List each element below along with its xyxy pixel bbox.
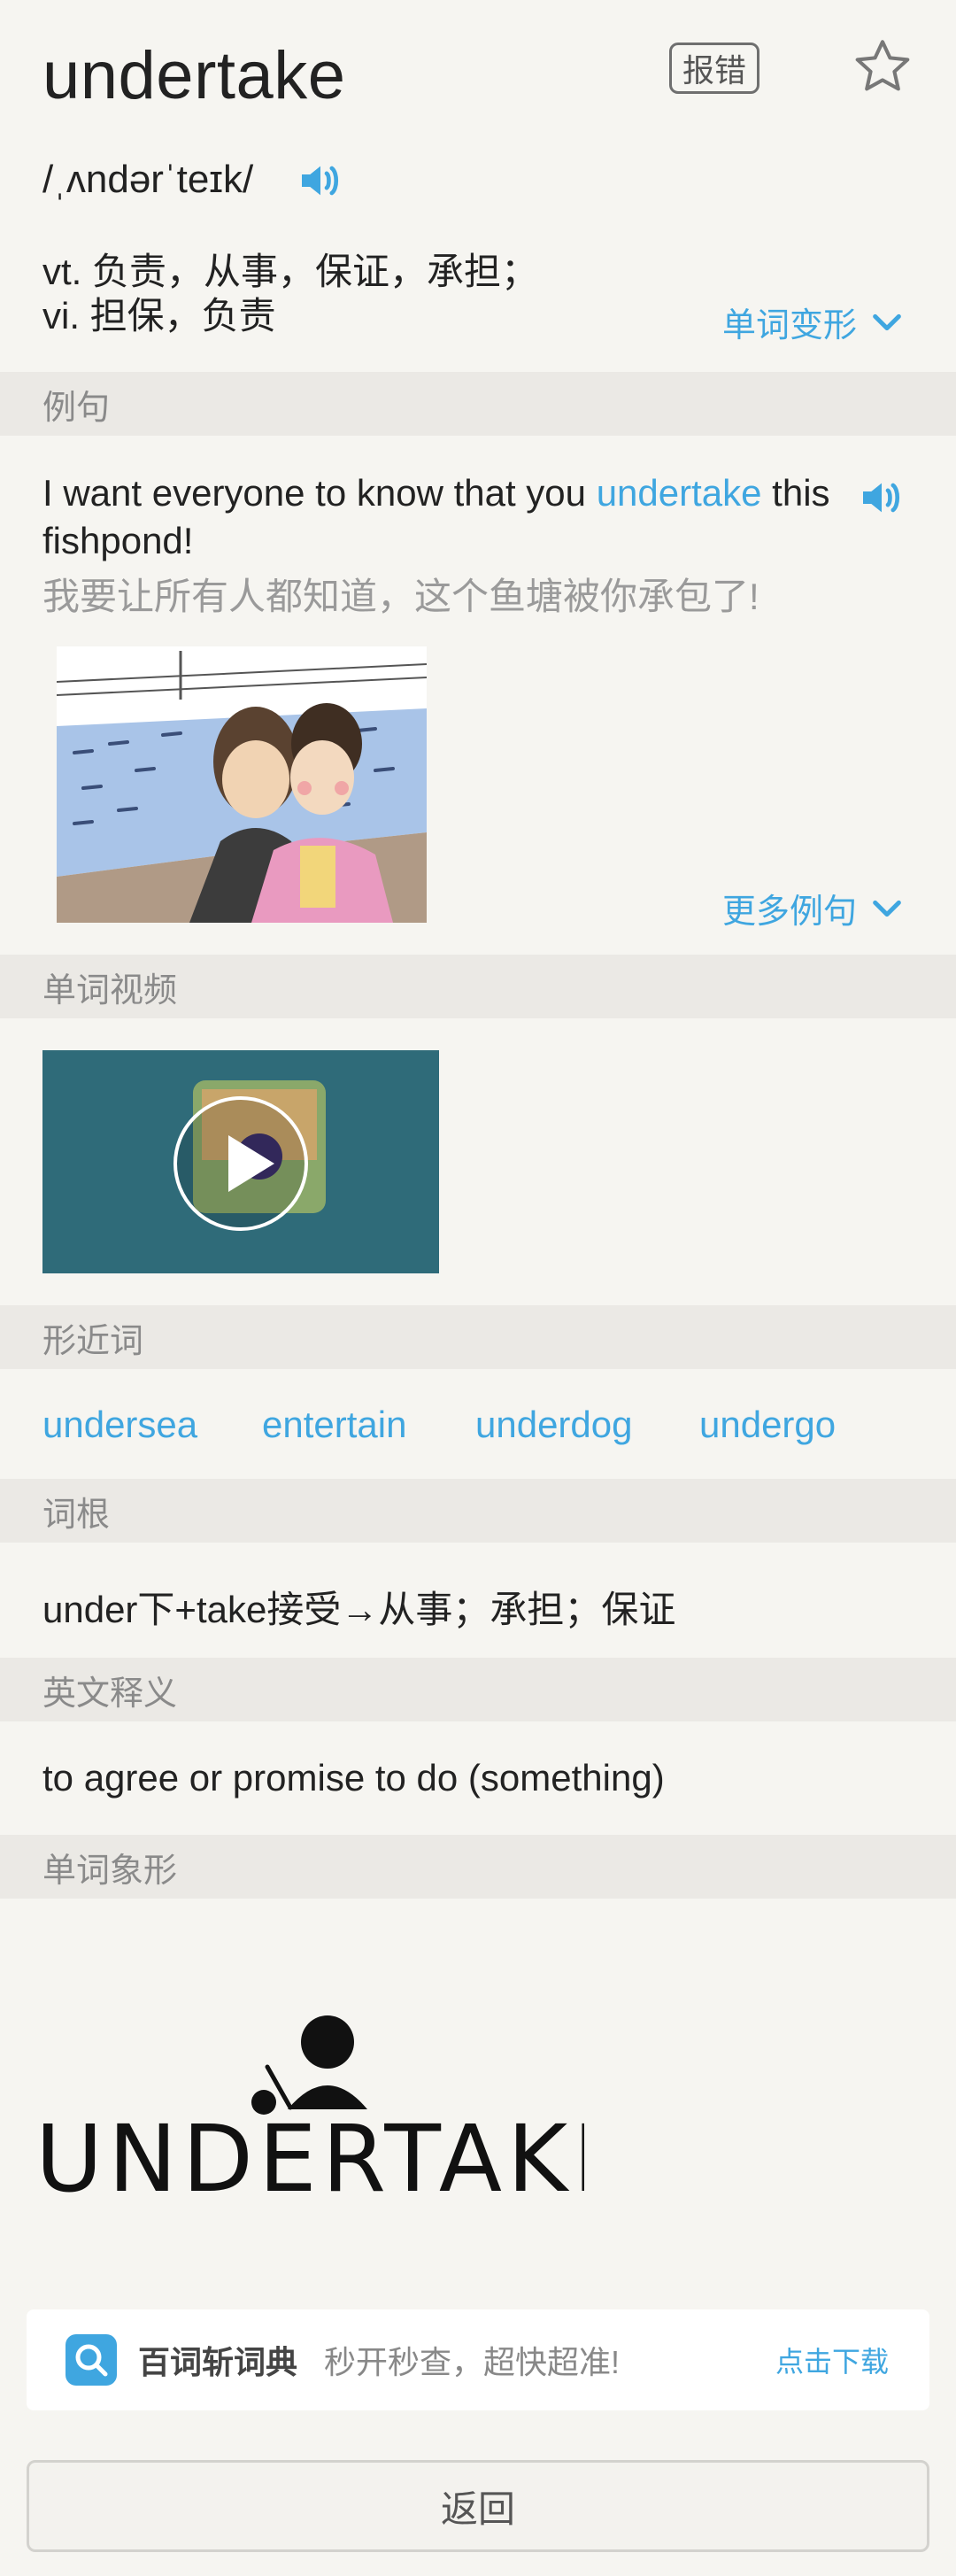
report-error-button[interactable]: 报错 <box>669 43 759 94</box>
section-root-header: 词根 <box>0 1479 956 1543</box>
speaker-icon[interactable] <box>296 156 345 205</box>
dictionary-app-icon <box>66 2334 117 2386</box>
english-definition-text: to agree or promise to do (something) <box>42 1757 665 1799</box>
example-sentence-en: I want everyone to know that you underta… <box>42 469 839 565</box>
example-illustration[interactable] <box>57 646 427 923</box>
phonetic-text: /ˌʌndərˈteɪk/ <box>42 158 254 201</box>
word-forms-toggle[interactable]: 单词变形 <box>722 298 905 346</box>
banner-app-name: 百词斩词典 <box>138 2344 298 2380</box>
word-root-text: under下+take接受→从事；承担；保证 <box>42 1589 676 1630</box>
section-similar-header: 形近词 <box>0 1305 956 1369</box>
example-text-before: I want everyone to know that you <box>42 472 597 514</box>
example-sentence-cn: 我要让所有人都知道，这个鱼塘被你承包了! <box>42 576 759 617</box>
similar-word-1[interactable]: undersea <box>42 1404 197 1446</box>
definitions: vt. 负责，从事，保证，承担； vi. 担保，负责 <box>42 250 538 338</box>
section-english-header: 英文释义 <box>0 1658 956 1721</box>
definition-vi: vi. 担保，负责 <box>42 295 276 337</box>
word-forms-label: 单词变形 <box>722 307 858 344</box>
section-pictograph-header: 单词象形 <box>0 1835 956 1899</box>
word-video-thumbnail[interactable] <box>42 1050 439 1273</box>
chevron-down-icon <box>873 900 901 917</box>
similar-word-3[interactable]: underdog <box>475 1404 633 1446</box>
star-icon[interactable] <box>852 35 914 97</box>
more-examples-toggle[interactable]: 更多例句 <box>722 884 905 932</box>
definition-vt: vt. 负责，从事，保证，承担； <box>42 251 539 292</box>
banner-tagline: 秒开秒查，超快超准! <box>324 2344 621 2380</box>
similar-word-4[interactable]: undergo <box>699 1404 836 1446</box>
example-speaker-icon[interactable] <box>857 473 906 522</box>
section-examples-header: 例句 <box>0 372 956 436</box>
section-video-header: 单词视频 <box>0 955 956 1018</box>
app-download-banner[interactable]: 百词斩词典 秒开秒查，超快超准! 点击下载 <box>27 2309 929 2410</box>
chevron-down-icon <box>873 313 901 330</box>
pictograph-text: UNDERTAKE <box>35 2105 584 2205</box>
example-keyword: undertake <box>596 472 762 514</box>
more-examples-label: 更多例句 <box>722 893 858 931</box>
word-pictograph: UNDERTAKE <box>35 2010 631 2213</box>
similar-word-2[interactable]: entertain <box>262 1404 406 1446</box>
back-button[interactable]: 返回 <box>27 2460 929 2552</box>
word-title: undertake <box>42 38 346 113</box>
download-link[interactable]: 点击下载 <box>775 2340 889 2380</box>
